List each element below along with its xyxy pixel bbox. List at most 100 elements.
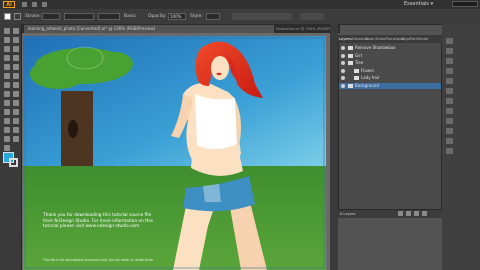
visibility-eye-icon[interactable] [341, 76, 345, 80]
visibility-eye-icon[interactable] [341, 46, 345, 50]
visibility-eye-icon[interactable] [341, 68, 345, 73]
variable-width-dropdown[interactable] [64, 13, 94, 20]
layer-name: Tree [355, 60, 364, 65]
layer-thumbnail [348, 83, 353, 88]
rectangle-tool-icon[interactable] [13, 55, 19, 61]
layer-row[interactable]: Tree [339, 60, 441, 66]
layer-thumbnail [348, 53, 353, 58]
visibility-eye-icon[interactable] [341, 83, 345, 88]
graph-tool-icon[interactable] [4, 127, 10, 133]
shape-builder-tool-icon[interactable] [13, 91, 19, 97]
perspective-tool-icon[interactable] [4, 100, 10, 106]
tab-align[interactable]: Align [401, 36, 410, 42]
make-clipping-mask-icon[interactable] [398, 211, 403, 216]
layer-name: Remove Shadowbox [355, 45, 396, 50]
stroke-swatch[interactable] [14, 13, 21, 20]
align-controls[interactable] [300, 13, 324, 20]
layer-name: Flower [361, 67, 375, 73]
artwork [23, 36, 326, 270]
layer-name: Lady hair [361, 75, 380, 80]
stroke-weight-dropdown[interactable] [42, 13, 60, 20]
layer-thumbnail [348, 61, 353, 65]
free-transform-tool-icon[interactable] [4, 91, 10, 97]
style-label: Style: [190, 14, 203, 19]
search-input[interactable] [452, 1, 478, 7]
new-layer-icon[interactable] [414, 211, 419, 216]
appearance-panel-icon[interactable] [446, 98, 453, 104]
direct-selection-tool-icon[interactable] [13, 28, 19, 34]
workspace-switcher[interactable]: Essentials ▾ [404, 1, 433, 8]
style-dropdown[interactable] [206, 13, 220, 20]
layer-row[interactable]: Flower [339, 68, 441, 74]
eyedropper-tool-icon[interactable] [13, 109, 19, 115]
brush-dropdown[interactable] [98, 13, 120, 20]
pathfinder-panel-icon[interactable] [446, 148, 453, 154]
stock-icon[interactable] [32, 2, 37, 7]
transparency-panel-icon[interactable] [446, 128, 453, 134]
layer-thumbnail [354, 68, 359, 73]
gradient-panel-icon[interactable] [446, 118, 453, 124]
layer-thumbnail [348, 46, 353, 50]
stroke-panel-icon[interactable] [446, 108, 453, 114]
gradient-tool-icon[interactable] [4, 109, 10, 115]
opacity-field[interactable]: 100% [168, 13, 186, 20]
hand-tool-icon[interactable] [13, 136, 19, 142]
type-tool-icon[interactable] [13, 46, 19, 52]
stroke-label: Stroke: [25, 14, 41, 19]
mesh-tool-icon[interactable] [13, 100, 19, 106]
document-tab[interactable]: learning_artwork_photo [Converted].ai* @… [24, 25, 274, 33]
layer-row[interactable]: Lady hair [339, 75, 441, 81]
layer-row[interactable]: Girl [339, 53, 441, 59]
magic-wand-tool-icon[interactable] [4, 37, 10, 43]
bridge-icon[interactable] [22, 2, 27, 7]
layer-row[interactable]: Background [339, 82, 441, 89]
tab-stroke[interactable]: Stroke [375, 36, 386, 42]
line-tool-icon[interactable] [4, 55, 10, 61]
canvas-info-text: Thank you for downloading this tutorial … [43, 213, 153, 230]
arrange-documents-icon[interactable] [42, 2, 47, 7]
layer-name: Girl [355, 52, 362, 58]
artboard[interactable] [23, 36, 326, 270]
lasso-tool-icon[interactable] [13, 37, 19, 43]
fill-swatch[interactable] [4, 13, 11, 20]
stroke-color-icon[interactable] [9, 158, 18, 167]
pencil-tool-icon[interactable] [13, 64, 19, 70]
panel-dock-strip [330, 24, 338, 270]
basic-label: Basic [124, 14, 136, 19]
artboard-tool-icon[interactable] [13, 127, 19, 133]
pen-tool-icon[interactable] [4, 46, 10, 52]
layer-name: Background [355, 82, 379, 88]
document-tab-secondary[interactable]: illustration.ai @ 100% (RGB/Preview) [276, 26, 336, 32]
canvas-fine-print: This file is for educational purposes on… [43, 258, 154, 262]
swatches-panel-icon[interactable] [446, 58, 453, 64]
transform-controls[interactable] [232, 13, 292, 20]
opacity-label: Opacity: [148, 14, 167, 19]
app-logo: Ai [3, 1, 15, 8]
blend-tool-icon[interactable] [4, 118, 10, 124]
tab-layers[interactable]: Layers [339, 36, 351, 42]
selection-tool-icon[interactable] [4, 28, 10, 34]
rotate-tool-icon[interactable] [13, 73, 19, 79]
color-panel-icon[interactable] [446, 38, 453, 44]
scale-tool-icon[interactable] [4, 82, 10, 88]
symbol-sprayer-tool-icon[interactable] [13, 118, 19, 124]
visibility-eye-icon[interactable] [341, 61, 345, 65]
eraser-tool-icon[interactable] [4, 73, 10, 79]
tab-pathfinder[interactable]: Pathfinder [410, 36, 428, 42]
align-panel-icon[interactable] [446, 138, 453, 144]
color-guide-panel-icon[interactable] [446, 48, 453, 54]
slice-tool-icon[interactable] [4, 136, 10, 142]
width-tool-icon[interactable] [13, 82, 19, 88]
layer-thumbnail [354, 76, 359, 80]
zoom-tool-icon[interactable] [4, 145, 10, 151]
delete-layer-icon[interactable] [422, 211, 427, 216]
visibility-eye-icon[interactable] [341, 53, 345, 58]
graphic-styles-panel-icon[interactable] [446, 88, 453, 94]
brushes-panel-icon[interactable] [446, 68, 453, 74]
new-sublayer-icon[interactable] [406, 211, 411, 216]
paintbrush-tool-icon[interactable] [4, 64, 10, 70]
tab-color[interactable]: Color [365, 36, 374, 42]
symbols-panel-icon[interactable] [446, 78, 453, 84]
layer-row[interactable]: Remove Shadowbox [339, 45, 441, 51]
layers-count: 6 Layers [340, 212, 356, 216]
